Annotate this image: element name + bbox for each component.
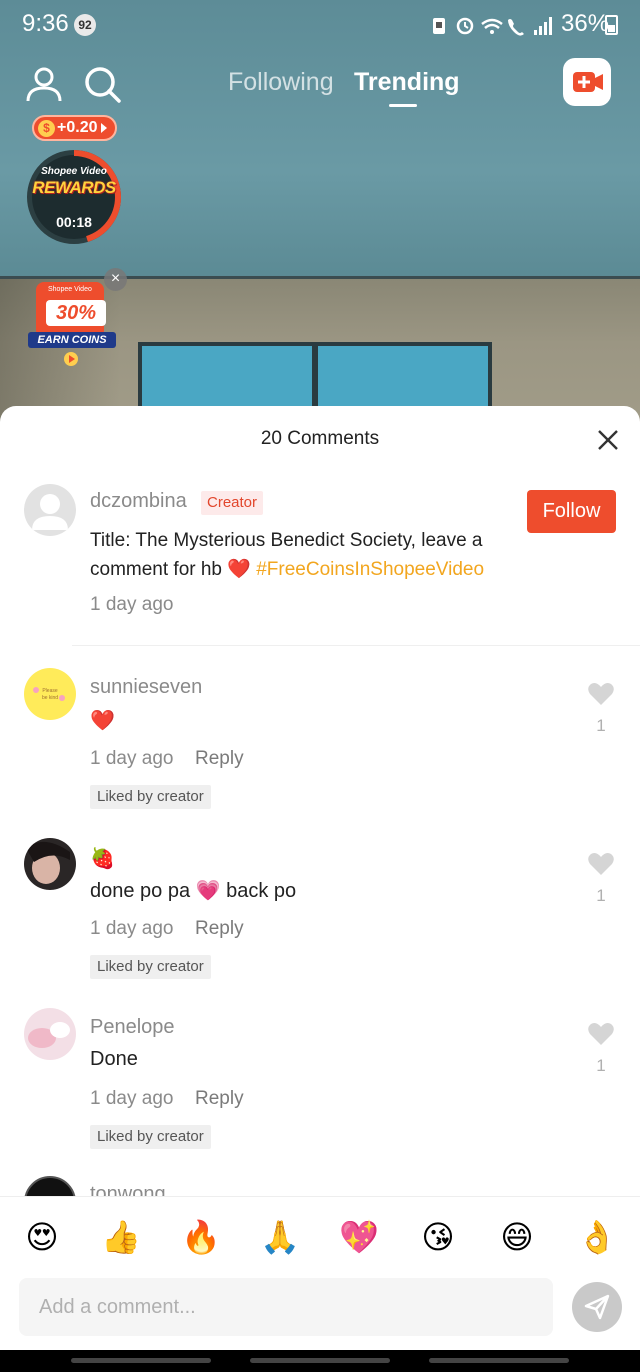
comment-text: ❤️	[90, 710, 115, 732]
status-bar: 9:36 92 36%	[0, 0, 640, 50]
emoji-thumbs-up[interactable]: 👍	[101, 1217, 141, 1257]
like-count: 1	[596, 886, 606, 905]
battery-icon	[605, 15, 618, 35]
emoji-folded-hands[interactable]: 🙏	[260, 1217, 300, 1257]
status-time: 9:36	[22, 10, 69, 37]
promo-brand: Shopee Video	[48, 286, 92, 293]
avatar-photo	[28, 1022, 70, 1048]
send-icon	[584, 1294, 610, 1320]
promo-card: Shopee Video 30%	[36, 282, 106, 338]
heart-icon[interactable]	[588, 682, 614, 706]
comment-input[interactable]	[19, 1278, 553, 1336]
coin-bonus-amount: +0.20	[57, 119, 98, 136]
caption-hashtag[interactable]: #FreeCoinsInShopeeVideo	[256, 559, 484, 580]
creator-username[interactable]: dczombina	[90, 490, 187, 513]
comment-text: Done	[90, 1048, 138, 1070]
comment-username[interactable]: Penelope	[90, 1016, 175, 1039]
video-camera-icon	[573, 72, 603, 92]
heart-icon[interactable]	[588, 852, 614, 876]
emoji-fire[interactable]: 🔥	[181, 1217, 221, 1257]
heart-icon[interactable]	[588, 1022, 614, 1046]
coin-bonus-pill[interactable]: $ +0.20	[32, 115, 118, 141]
follow-button[interactable]: Follow	[527, 490, 616, 533]
coin-icon: $	[38, 119, 55, 137]
status-system-icons	[433, 17, 552, 36]
comment-time: 1 day ago	[90, 1088, 174, 1109]
comment-time: 1 day ago	[90, 748, 174, 769]
comment-username[interactable]: 🍓	[90, 846, 115, 871]
comment-item: 🍓 done po pa 💗 back po 1 day ago Reply L…	[0, 838, 640, 1008]
like-count: 1	[596, 1056, 606, 1075]
active-tab-indicator	[389, 104, 417, 107]
arrow-right-icon	[101, 123, 108, 133]
creator-post-time: 1 day ago	[90, 594, 174, 615]
profile-icon[interactable]	[24, 64, 64, 104]
avatar-photo	[26, 841, 70, 884]
comment-text: done po pa 💗 back po	[90, 880, 297, 902]
tab-trending[interactable]: Trending	[354, 68, 460, 97]
search-icon[interactable]	[82, 64, 122, 104]
comment-avatar[interactable]: Please be kind	[24, 668, 76, 720]
creator-badge: Creator	[201, 491, 264, 515]
like-count: 1	[596, 716, 606, 735]
caption-heart-emoji: ❤️	[227, 559, 251, 580]
liked-by-creator-chip: Liked by creator	[90, 955, 211, 979]
play-icon	[64, 352, 78, 366]
avatar-text-line-1: Please	[42, 688, 58, 694]
reply-button[interactable]: Reply	[195, 918, 244, 940]
reply-button[interactable]: Reply	[195, 1088, 244, 1110]
comment-item: Penelope Done 1 day ago Reply Liked by c…	[0, 1008, 640, 1178]
divider	[72, 645, 640, 646]
comment-composer	[0, 1268, 640, 1350]
quick-emoji-bar: 😍 👍 🔥 🙏 💖 😘 😄 👌	[0, 1196, 640, 1268]
promo-ribbon: EARN COINS	[28, 332, 116, 348]
comment-username[interactable]: tonwong	[90, 1183, 166, 1196]
liked-by-creator-chip: Liked by creator	[90, 1125, 211, 1149]
top-nav: Following Trending	[0, 56, 640, 116]
creator-caption: Title: The Mysterious Benedict Society, …	[90, 526, 510, 584]
promo-discount: 30%	[46, 300, 106, 326]
comment-avatar[interactable]	[24, 838, 76, 890]
earn-coins-promo[interactable]: Shopee Video 30% EARN COINS	[28, 280, 116, 350]
emoji-kiss[interactable]: 😘	[418, 1217, 458, 1257]
emoji-ok-hand[interactable]: 👌	[577, 1217, 617, 1257]
comment-avatar[interactable]	[24, 1008, 76, 1060]
liked-by-creator-chip: Liked by creator	[90, 785, 211, 809]
nav-home-button[interactable]	[250, 1358, 390, 1363]
promo-close-icon[interactable]: ×	[104, 268, 127, 291]
emoji-heart-eyes[interactable]: 😍	[22, 1217, 62, 1257]
close-icon[interactable]	[596, 428, 620, 452]
create-video-button[interactable]	[563, 58, 611, 106]
creator-avatar[interactable]	[24, 484, 76, 536]
partial-comment-item: tonwong	[0, 1176, 640, 1196]
reply-button[interactable]: Reply	[195, 748, 244, 770]
comment-item: Please be kind sunnieseven ❤️ 1 day ago …	[0, 668, 640, 838]
avatar-graphic: Please be kind	[33, 687, 65, 701]
comment-time: 1 day ago	[90, 918, 174, 939]
rewards-countdown: 00:18	[56, 214, 92, 230]
avatar-text-line-2: be kind	[42, 695, 58, 701]
battery-percent: 36%	[561, 10, 610, 37]
comment-username[interactable]: sunnieseven	[90, 676, 202, 699]
emoji-grin[interactable]: 😄	[497, 1217, 537, 1257]
emoji-sparkling-heart[interactable]: 💖	[339, 1217, 379, 1257]
system-navigation-bar	[0, 1350, 640, 1372]
rewards-brand: Shopee Video	[41, 166, 107, 177]
nav-recents-button[interactable]	[71, 1358, 211, 1363]
send-button[interactable]	[572, 1282, 622, 1332]
default-user-icon	[32, 494, 68, 530]
comments-title: 20 Comments	[260, 428, 380, 449]
comment-avatar[interactable]	[24, 1176, 76, 1196]
notification-count-badge: 92	[74, 14, 96, 36]
tab-following[interactable]: Following	[228, 68, 334, 97]
rewards-title: REWARDS	[32, 178, 116, 197]
nav-back-button[interactable]	[429, 1358, 569, 1363]
